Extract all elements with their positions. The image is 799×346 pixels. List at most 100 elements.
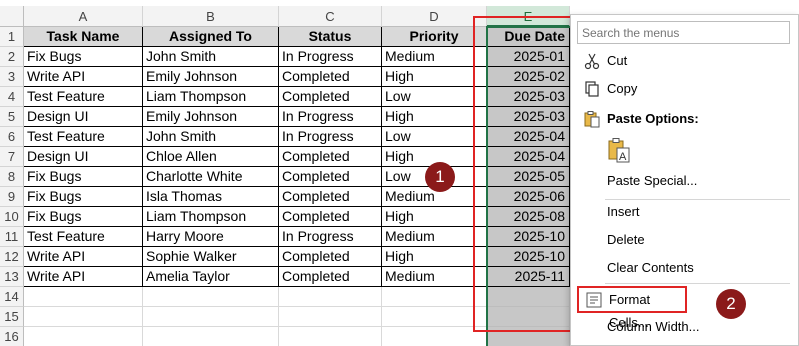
table-header-cell[interactable]: Due Date: [487, 27, 570, 47]
format-cells-menu-item[interactable]: Format Cells...: [577, 286, 687, 330]
table-cell[interactable]: Liam Thompson: [143, 207, 279, 227]
column-header-e[interactable]: E: [487, 6, 570, 27]
table-cell[interactable]: Charlotte White: [143, 167, 279, 187]
insert-menu-item[interactable]: Insert: [575, 200, 794, 224]
empty-cell[interactable]: [382, 307, 487, 327]
due-date-cell[interactable]: 2025-10: [487, 247, 570, 267]
table-cell[interactable]: Liam Thompson: [143, 87, 279, 107]
row-header[interactable]: 15: [0, 307, 24, 327]
clear-contents-menu-item[interactable]: Clear Contents: [575, 256, 794, 280]
row-header[interactable]: 1: [0, 27, 24, 47]
row-header[interactable]: 16: [0, 327, 24, 346]
empty-cell[interactable]: [143, 327, 279, 346]
table-cell[interactable]: Test Feature: [24, 127, 143, 147]
due-date-cell[interactable]: 2025-02: [487, 67, 570, 87]
table-cell[interactable]: Emily Johnson: [143, 107, 279, 127]
table-cell[interactable]: In Progress: [279, 227, 382, 247]
table-cell[interactable]: Completed: [279, 207, 382, 227]
empty-cell[interactable]: [382, 327, 487, 346]
select-all-corner[interactable]: [0, 6, 24, 27]
row-header[interactable]: 2: [0, 47, 24, 67]
row-header[interactable]: 6: [0, 127, 24, 147]
column-header-c[interactable]: C: [279, 6, 382, 27]
empty-cell[interactable]: [143, 287, 279, 307]
table-cell[interactable]: Completed: [279, 267, 382, 287]
row-header[interactable]: 3: [0, 67, 24, 87]
table-cell[interactable]: Completed: [279, 147, 382, 167]
table-cell[interactable]: Write API: [24, 247, 143, 267]
table-cell[interactable]: Emily Johnson: [143, 67, 279, 87]
due-date-cell[interactable]: 2025-04: [487, 147, 570, 167]
table-cell[interactable]: Low: [382, 127, 487, 147]
due-date-cell[interactable]: 2025-06: [487, 187, 570, 207]
row-header[interactable]: 4: [0, 87, 24, 107]
table-cell[interactable]: Fix Bugs: [24, 207, 143, 227]
table-cell[interactable]: In Progress: [279, 107, 382, 127]
table-cell[interactable]: John Smith: [143, 47, 279, 67]
due-date-cell[interactable]: 2025-03: [487, 87, 570, 107]
due-date-cell[interactable]: 2025-04: [487, 127, 570, 147]
table-cell[interactable]: In Progress: [279, 47, 382, 67]
table-cell[interactable]: High: [382, 247, 487, 267]
table-cell[interactable]: Medium: [382, 47, 487, 67]
table-cell[interactable]: Medium: [382, 227, 487, 247]
table-cell[interactable]: Isla Thomas: [143, 187, 279, 207]
table-cell[interactable]: Fix Bugs: [24, 167, 143, 187]
table-cell[interactable]: In Progress: [279, 127, 382, 147]
column-width-menu-item[interactable]: Column Width...: [575, 315, 794, 339]
menu-search-input[interactable]: [577, 21, 790, 44]
due-date-cell[interactable]: 2025-05: [487, 167, 570, 187]
row-header[interactable]: 12: [0, 247, 24, 267]
table-cell[interactable]: Completed: [279, 247, 382, 267]
empty-cell[interactable]: [279, 327, 382, 346]
row-header[interactable]: 8: [0, 167, 24, 187]
due-date-cell[interactable]: 2025-03: [487, 107, 570, 127]
empty-cell[interactable]: [143, 307, 279, 327]
column-header-a[interactable]: A: [24, 6, 143, 27]
table-header-cell[interactable]: Priority: [382, 27, 487, 47]
table-header-cell[interactable]: Task Name: [24, 27, 143, 47]
empty-cell[interactable]: [24, 307, 143, 327]
empty-cell[interactable]: [279, 287, 382, 307]
row-header[interactable]: 9: [0, 187, 24, 207]
table-cell[interactable]: Amelia Taylor: [143, 267, 279, 287]
table-cell[interactable]: Design UI: [24, 107, 143, 127]
table-cell[interactable]: Test Feature: [24, 87, 143, 107]
column-header-d[interactable]: D: [382, 6, 487, 27]
due-date-cell[interactable]: 2025-10: [487, 227, 570, 247]
row-header[interactable]: 13: [0, 267, 24, 287]
table-cell[interactable]: Low: [382, 87, 487, 107]
table-header-cell[interactable]: Status: [279, 27, 382, 47]
table-cell[interactable]: Sophie Walker: [143, 247, 279, 267]
empty-cell[interactable]: [24, 287, 143, 307]
table-cell[interactable]: Chloe Allen: [143, 147, 279, 167]
table-cell[interactable]: Write API: [24, 267, 143, 287]
table-cell[interactable]: High: [382, 107, 487, 127]
cut-menu-item[interactable]: Cut: [575, 49, 794, 73]
table-cell[interactable]: John Smith: [143, 127, 279, 147]
table-cell[interactable]: Completed: [279, 87, 382, 107]
table-header-cell[interactable]: Assigned To: [143, 27, 279, 47]
table-cell[interactable]: High: [382, 67, 487, 87]
empty-cell[interactable]: [279, 307, 382, 327]
delete-menu-item[interactable]: Delete: [575, 228, 794, 252]
table-cell[interactable]: Fix Bugs: [24, 187, 143, 207]
table-cell[interactable]: Completed: [279, 187, 382, 207]
table-cell[interactable]: Harry Moore: [143, 227, 279, 247]
table-cell[interactable]: Write API: [24, 67, 143, 87]
table-cell[interactable]: High: [382, 207, 487, 227]
due-date-cell[interactable]: 2025-08: [487, 207, 570, 227]
table-cell[interactable]: Design UI: [24, 147, 143, 167]
paste-special-menu-item[interactable]: Paste Special...: [575, 169, 794, 193]
empty-cell[interactable]: [487, 327, 570, 346]
row-header[interactable]: 14: [0, 287, 24, 307]
empty-cell[interactable]: [24, 327, 143, 346]
table-cell[interactable]: Completed: [279, 67, 382, 87]
table-cell[interactable]: Fix Bugs: [24, 47, 143, 67]
table-cell[interactable]: Completed: [279, 167, 382, 187]
row-header[interactable]: 11: [0, 227, 24, 247]
table-cell[interactable]: Medium: [382, 267, 487, 287]
due-date-cell[interactable]: 2025-11: [487, 267, 570, 287]
column-header-b[interactable]: B: [143, 6, 279, 27]
table-cell[interactable]: Test Feature: [24, 227, 143, 247]
